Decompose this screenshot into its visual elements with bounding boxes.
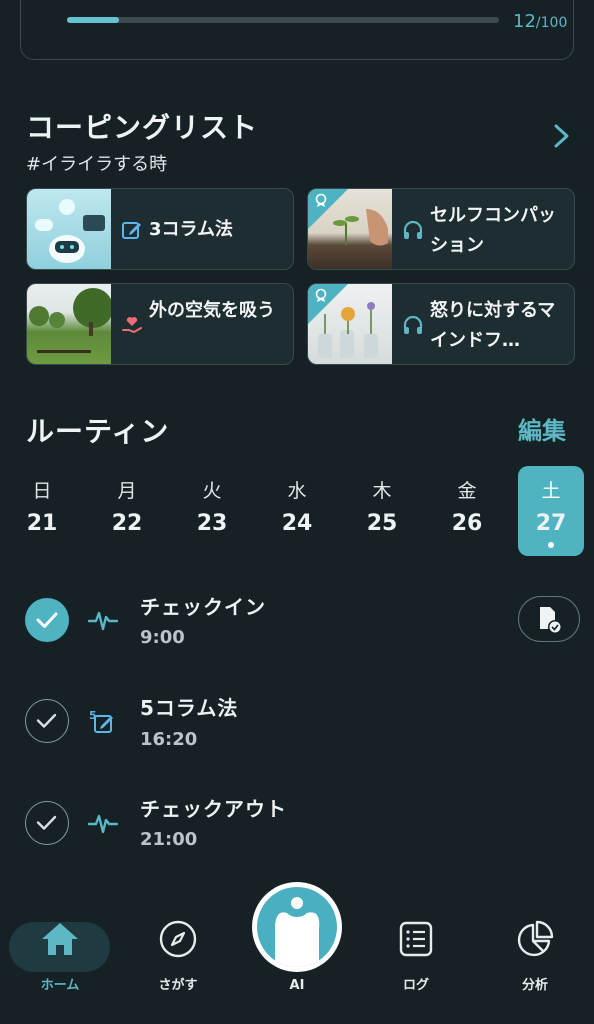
today-dot [548, 542, 554, 548]
day-thu[interactable]: 木 25 [349, 476, 415, 536]
routine-title: ルーティン [26, 415, 170, 448]
nav-home[interactable]: ホーム [10, 916, 110, 993]
routine-item-time: 16:20 [140, 729, 198, 750]
routine-item-time: 21:00 [140, 829, 198, 850]
nav-log[interactable]: ログ [366, 916, 466, 993]
routine-item-time: 9:00 [140, 627, 185, 648]
home-icon [42, 923, 78, 955]
coping-card-anger-mindfulness[interactable]: 怒りに対するマインドフ… [307, 283, 575, 365]
compass-icon [159, 920, 197, 958]
routine-check-done[interactable] [25, 598, 69, 642]
robot-illustration [27, 189, 111, 269]
check-icon [36, 713, 57, 728]
pulse-icon [88, 814, 118, 834]
progress-card: 12/100 [20, 0, 574, 60]
day-sun[interactable]: 日 21 [9, 476, 75, 536]
ai-avatar-icon [257, 887, 337, 967]
coping-card-self-compassion[interactable]: セルフコンパッション [307, 188, 575, 270]
day-sat-selected[interactable]: 土 27 [518, 466, 584, 556]
coping-card-label: セルフコンパッション [430, 205, 556, 256]
award-icon [315, 288, 327, 302]
coping-card-3column[interactable]: 3コラム法 [26, 188, 294, 270]
day-mon[interactable]: 月 22 [94, 476, 160, 536]
park-photo [27, 284, 111, 364]
routine-item-title[interactable]: チェックイン [140, 591, 266, 620]
nav-analysis[interactable]: 分析 [485, 916, 585, 993]
progress-bar [67, 17, 499, 23]
card-label-text: 怒りに対するマインドフ… [430, 300, 556, 351]
headphones-icon [403, 315, 423, 334]
routine-item-title[interactable]: チェックアウト [140, 793, 287, 822]
heart-hand-icon [122, 317, 142, 334]
ai-button[interactable] [252, 882, 342, 972]
coping-card-label: 3コラム法 [149, 219, 233, 240]
pie-chart-icon [517, 920, 554, 957]
nav-ai-label[interactable]: AI [247, 978, 347, 993]
routine-item-title[interactable]: 5コラム法 [140, 692, 238, 721]
coping-list-title: コーピングリスト [26, 111, 259, 144]
edit-icon [122, 222, 141, 239]
checked-document-button[interactable] [518, 596, 580, 642]
document-check-icon [540, 607, 562, 634]
pulse-icon [88, 611, 118, 631]
five-column-edit-icon: 5 [89, 709, 113, 733]
check-icon [36, 612, 58, 628]
day-tue[interactable]: 火 23 [179, 476, 245, 536]
award-icon [315, 193, 327, 207]
headphones-icon [403, 220, 423, 239]
routine-check-undone[interactable] [25, 801, 69, 845]
routine-check-undone[interactable] [25, 699, 69, 743]
coping-card-label: 怒りに対するマインドフ… [430, 296, 566, 356]
nav-search[interactable]: さがす [128, 916, 228, 993]
progress-count: 12/100 [513, 11, 568, 32]
day-wed[interactable]: 水 24 [264, 476, 330, 536]
coping-list-subtitle: #イライラする時 [26, 154, 168, 175]
chevron-right-icon[interactable] [550, 122, 574, 150]
list-icon [399, 921, 433, 957]
edit-routine-button[interactable]: 編集 [518, 411, 566, 446]
coping-card-fresh-air[interactable]: 外の空気を吸う [26, 283, 294, 365]
day-fri[interactable]: 金 26 [434, 476, 500, 536]
progress-bar-fill [67, 17, 119, 23]
check-icon [36, 815, 57, 830]
coping-card-label: 外の空気を吸う [149, 300, 275, 321]
